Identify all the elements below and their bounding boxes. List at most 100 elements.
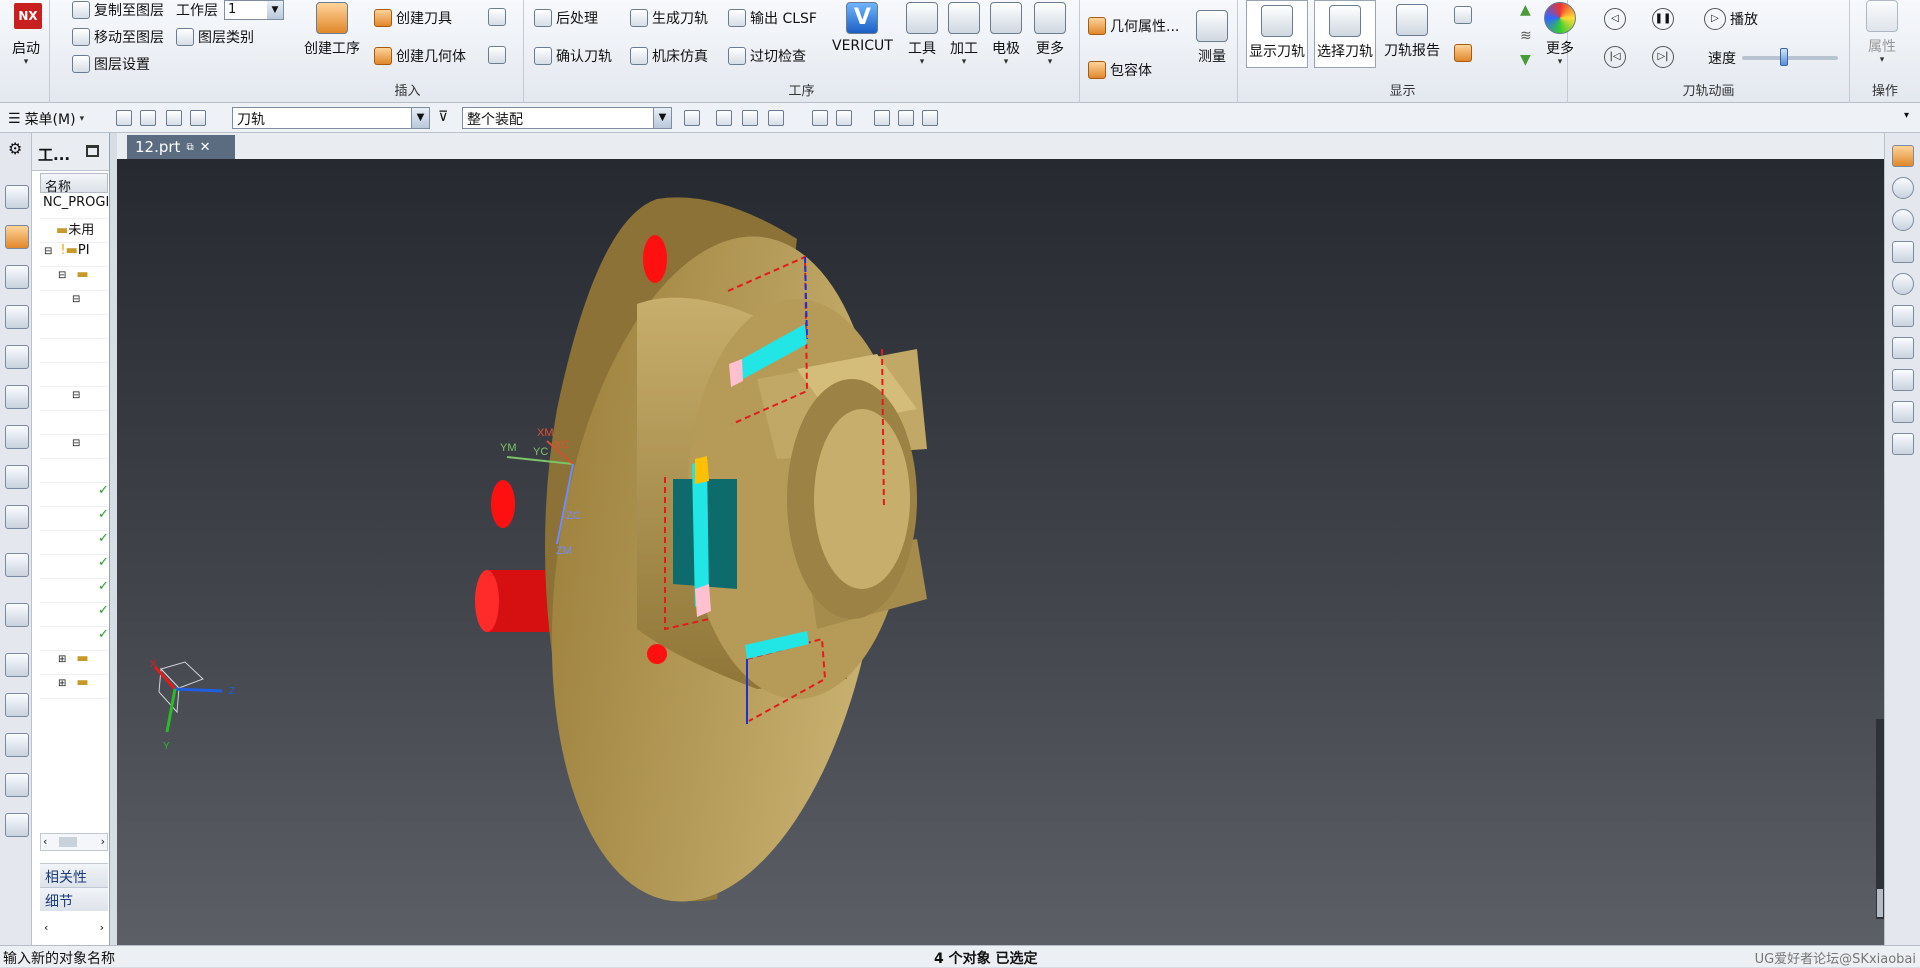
hide-icon[interactable] bbox=[922, 110, 938, 126]
graphics-window[interactable]: XM XC YM YC ZC ZM X Y Z bbox=[117, 159, 1884, 945]
attributes-button[interactable]: 属性 ▾ bbox=[1866, 0, 1898, 65]
chevron-down-icon[interactable]: ▼ bbox=[411, 108, 429, 128]
verify-toolpath-button[interactable]: 确认刀轨 bbox=[534, 46, 612, 66]
clock-icon[interactable] bbox=[5, 653, 29, 677]
slider-thumb[interactable] bbox=[1780, 48, 1788, 66]
expand-icon[interactable]: ⊞ bbox=[58, 678, 66, 689]
globe-icon[interactable] bbox=[5, 603, 29, 627]
close-icon[interactable]: ✕ bbox=[200, 140, 211, 155]
tree-row[interactable]: ✓ bbox=[40, 627, 108, 651]
red-shaft[interactable] bbox=[475, 570, 557, 632]
horizontal-scrollbar[interactable]: ‹ › bbox=[40, 833, 108, 851]
rewind-icon[interactable]: |◁ bbox=[1604, 46, 1626, 68]
detail-panel[interactable]: 细节 bbox=[40, 887, 108, 911]
role-icon[interactable] bbox=[5, 733, 29, 757]
more-operation-button[interactable]: 更多 ▾ bbox=[1034, 2, 1066, 67]
tree-row[interactable]: ⊟ bbox=[40, 387, 108, 411]
settings-icon[interactable] bbox=[5, 813, 29, 837]
overcut-check-button[interactable]: 过切检查 bbox=[728, 46, 806, 66]
generate-toolpath-button[interactable]: 生成刀轨 bbox=[630, 8, 708, 28]
part-icon[interactable] bbox=[1892, 145, 1914, 167]
web-icon[interactable] bbox=[5, 465, 29, 489]
feature-select-icon[interactable] bbox=[140, 110, 156, 126]
toolpath-report-button[interactable]: 刀轨报告 bbox=[1384, 4, 1440, 60]
eye-icon[interactable] bbox=[1892, 209, 1914, 231]
tree-row[interactable]: ⊟ ▬ bbox=[40, 267, 108, 291]
envelope-button[interactable]: 包容体 bbox=[1088, 60, 1152, 80]
chevron-down-icon[interactable]: ▼ bbox=[267, 1, 283, 19]
collapse-icon[interactable]: ⊟ bbox=[72, 390, 80, 401]
up-arrow-icon[interactable]: ▲ bbox=[1520, 2, 1531, 18]
snap-icon[interactable] bbox=[684, 110, 700, 126]
show-toolpath-button[interactable]: 显示刀轨 bbox=[1246, 0, 1308, 68]
machining-button[interactable]: 加工 ▾ bbox=[948, 2, 980, 67]
chevron-right-icon[interactable]: › bbox=[100, 921, 104, 934]
create-method-icon[interactable] bbox=[488, 46, 506, 64]
bolt-hole[interactable] bbox=[647, 644, 667, 664]
tree-program[interactable]: ⊟ !▬PI bbox=[40, 243, 108, 267]
collapse-icon[interactable]: ⊟ bbox=[72, 438, 80, 449]
down-arrow-icon[interactable]: ▼ bbox=[1520, 52, 1531, 68]
filter-icon[interactable]: ⊽ bbox=[438, 109, 448, 125]
step-back-icon[interactable]: ◁ bbox=[1604, 8, 1626, 30]
help-icon[interactable] bbox=[1892, 177, 1914, 199]
tree-row[interactable]: ⊞ ▬ bbox=[40, 651, 108, 675]
bolt-hole[interactable] bbox=[491, 480, 515, 528]
tree-row[interactable] bbox=[40, 339, 108, 363]
create-geometry-button[interactable]: 创建几何体 bbox=[374, 46, 466, 66]
assembly-nav-icon[interactable] bbox=[5, 185, 29, 209]
tree-row[interactable]: ✓ bbox=[40, 579, 108, 603]
expand-icon[interactable]: ⊞ bbox=[58, 654, 66, 665]
object-icon[interactable] bbox=[742, 110, 758, 126]
collapse-icon[interactable]: ⊟ bbox=[44, 246, 52, 257]
palette-icon[interactable] bbox=[5, 693, 29, 717]
forward-icon[interactable]: ▷| bbox=[1652, 46, 1674, 68]
tree-row[interactable] bbox=[40, 411, 108, 435]
arrow-icon[interactable] bbox=[768, 110, 784, 126]
layers-icon[interactable]: ≋ bbox=[1520, 28, 1532, 44]
tree-unused[interactable]: ▬未用 bbox=[40, 219, 108, 243]
point-icon[interactable] bbox=[716, 110, 732, 126]
model-view[interactable]: XM XC YM YC ZC ZM X Y Z bbox=[117, 159, 1884, 945]
operation-nav-icon[interactable] bbox=[5, 225, 29, 249]
box-outline-icon[interactable] bbox=[836, 110, 852, 126]
tree-row[interactable] bbox=[40, 315, 108, 339]
tree-row[interactable]: ⊟ bbox=[40, 291, 108, 315]
electrode-button[interactable]: 电极 ▾ bbox=[990, 2, 1022, 67]
scroll-thumb[interactable] bbox=[59, 837, 77, 847]
transform-icon[interactable] bbox=[1892, 401, 1914, 423]
column-name[interactable]: 名称 bbox=[40, 173, 108, 195]
chevron-down-icon[interactable]: ▼ bbox=[653, 108, 671, 128]
selection-scope-select[interactable]: 整个装配 ▼ bbox=[462, 107, 672, 129]
window-icon[interactable]: ⧉ bbox=[186, 142, 193, 153]
move-to-layer-button[interactable]: 移动至图层 bbox=[72, 27, 164, 47]
bolt-hole[interactable] bbox=[643, 235, 667, 283]
tree-row[interactable]: ⊞ ▬ bbox=[40, 675, 108, 699]
tree-row[interactable]: ✓ bbox=[40, 555, 108, 579]
mcs-icon[interactable] bbox=[874, 110, 890, 126]
scroll-thumb[interactable] bbox=[1877, 889, 1883, 917]
bottom-scrollbar[interactable]: ‹ › bbox=[40, 921, 108, 939]
geometry-props-button[interactable]: 几何属性... bbox=[1088, 16, 1179, 36]
type-filter-select[interactable]: 刀轨 ▼ bbox=[232, 107, 430, 129]
tool-nav-icon[interactable] bbox=[5, 345, 29, 369]
light-icon[interactable] bbox=[1892, 369, 1914, 391]
maximize-icon[interactable] bbox=[86, 145, 99, 157]
hidden-icon[interactable] bbox=[1892, 273, 1914, 295]
layer-settings-button[interactable]: 图层设置 bbox=[72, 54, 150, 74]
collapse-icon[interactable]: ⊟ bbox=[58, 270, 66, 281]
tree-row[interactable]: ✓ bbox=[40, 483, 108, 507]
tree-row[interactable] bbox=[40, 363, 108, 387]
assembly-icon[interactable] bbox=[1892, 433, 1914, 455]
pause-icon[interactable]: ❚❚ bbox=[1652, 8, 1674, 30]
work-layer-input[interactable]: 1 ▼ bbox=[224, 0, 284, 20]
ruler-icon[interactable] bbox=[1892, 241, 1914, 263]
copy-to-layer-button[interactable]: 复制至图层 bbox=[72, 0, 164, 20]
view-triad[interactable]: X Y Z bbox=[150, 659, 235, 752]
select-mode-icon[interactable] bbox=[116, 110, 132, 126]
vertical-scrollbar[interactable] bbox=[1876, 719, 1884, 919]
box-icon[interactable] bbox=[812, 110, 828, 126]
tools-icon[interactable] bbox=[5, 773, 29, 797]
history-icon[interactable] bbox=[5, 505, 29, 529]
machine-simulation-button[interactable]: 机床仿真 bbox=[630, 46, 708, 66]
